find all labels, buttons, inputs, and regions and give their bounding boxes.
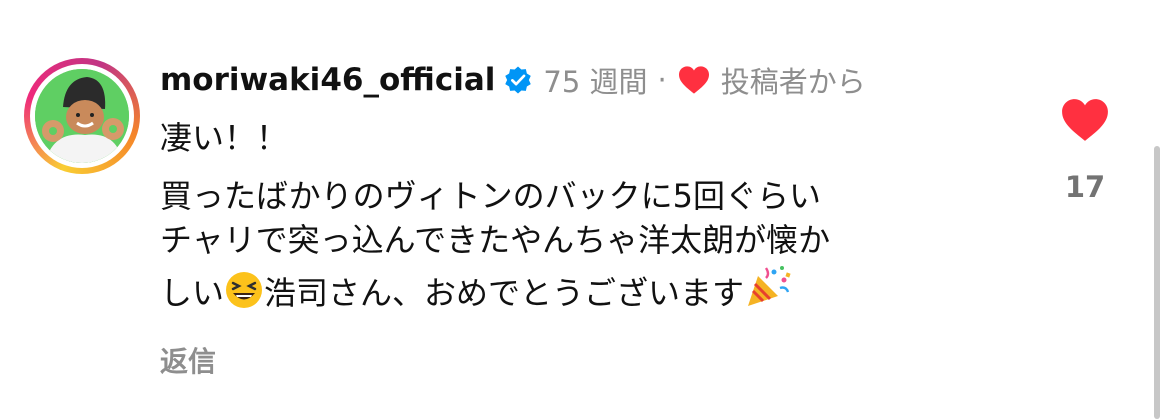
comment-text-segment: しい <box>160 274 225 312</box>
author-liked-heart-icon <box>678 66 709 94</box>
comment-text: 凄い！！ 買ったばかりのヴィトンのバックに5回ぐらい チャリで突っ込んできたやん… <box>160 116 1020 315</box>
meta-separator: · <box>657 63 667 97</box>
author-liked-label: 投稿者から <box>720 65 866 99</box>
story-ring[interactable] <box>24 58 140 174</box>
comment-line: 凄い！！ <box>160 119 289 157</box>
reply-button[interactable]: 返信 <box>160 340 216 380</box>
comment-line-with-emojis: しい 浩司さん、おめでとうございます <box>160 262 1020 315</box>
comment-timestamp: 75 週間 <box>543 65 648 99</box>
username-link[interactable]: moriwaki46_official <box>160 62 495 98</box>
party-popper-emoji-icon <box>748 266 791 306</box>
comment-header: moriwaki46_official 75 週間 · 投稿者から <box>160 56 866 104</box>
laughing-face-emoji-icon <box>226 272 263 308</box>
verified-badge-icon <box>505 66 532 94</box>
like-count: 17 <box>1064 170 1106 204</box>
comment-line: 買ったばかりのヴィトンのバックに5回ぐらい <box>160 177 822 215</box>
comment-text-segment: 浩司さん、おめでとうございます <box>264 274 745 312</box>
scrollbar[interactable] <box>1154 146 1160 419</box>
avatar[interactable] <box>35 69 129 163</box>
comment-line: チャリで突っ込んできたやんちゃ洋太朗が懐か <box>160 221 831 259</box>
heart-icon[interactable] <box>1060 97 1110 143</box>
